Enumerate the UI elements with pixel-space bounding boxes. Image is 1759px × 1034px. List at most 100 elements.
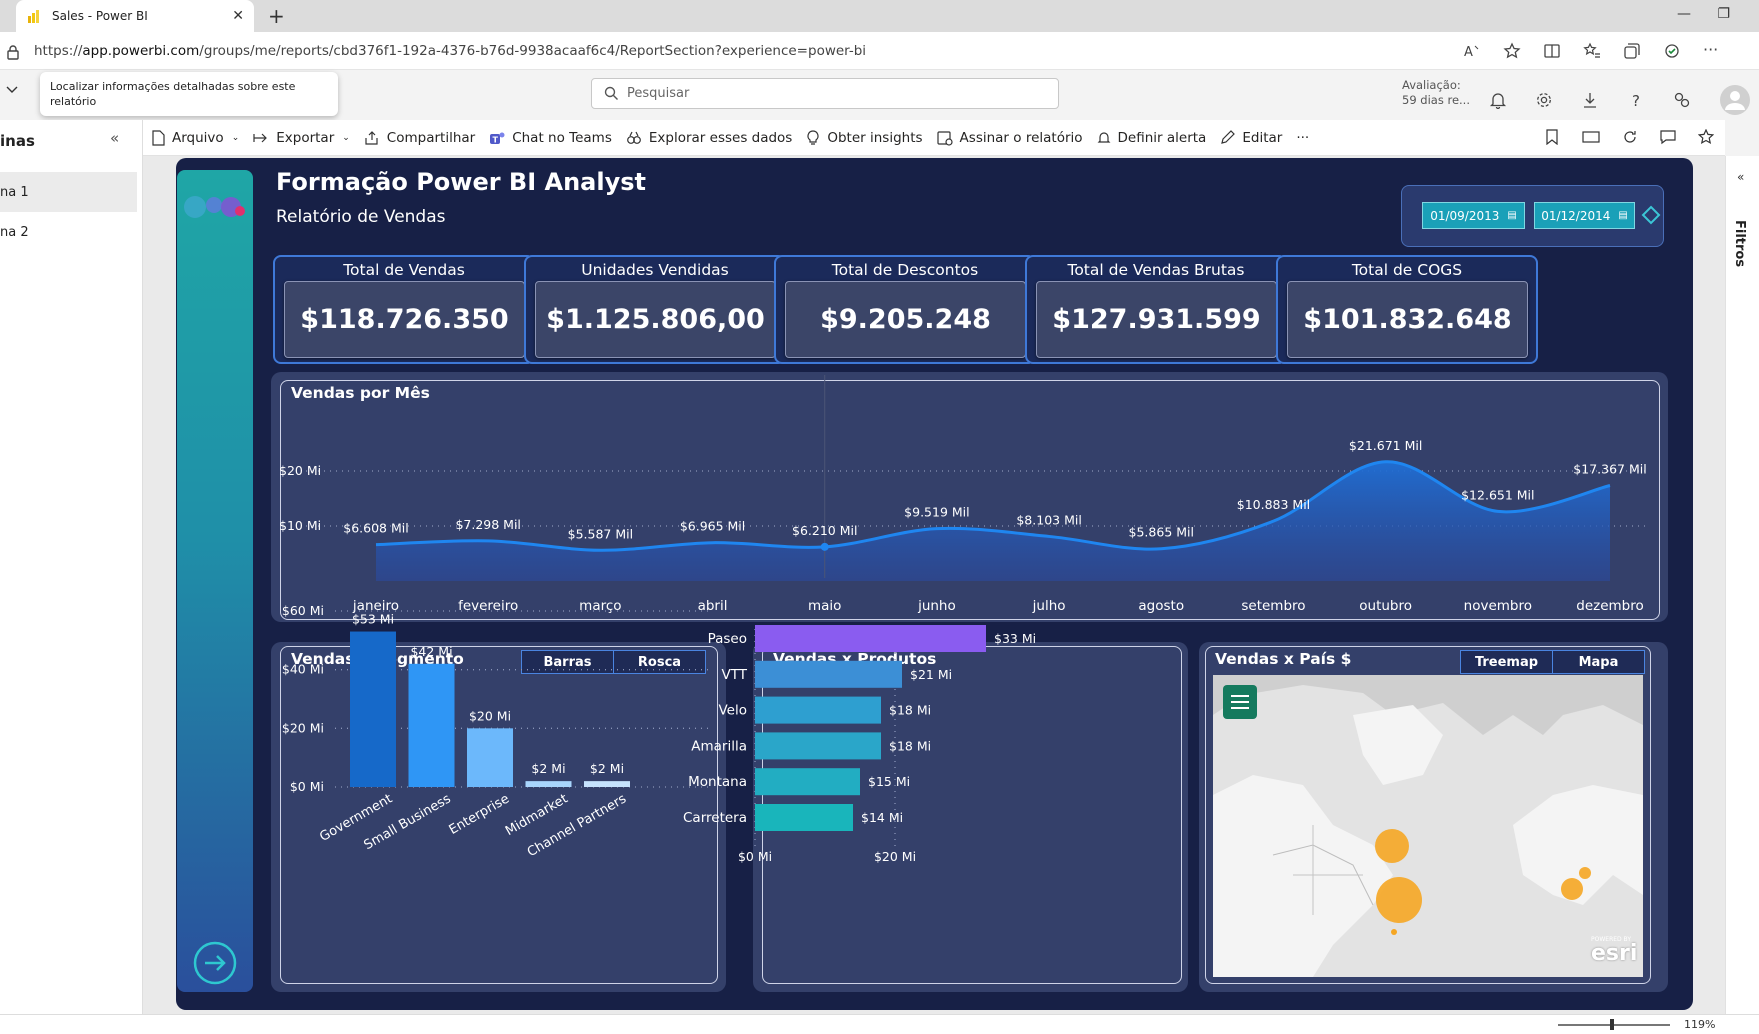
search-input[interactable]: Pesquisar (591, 78, 1059, 109)
bubble-usa[interactable] (1376, 877, 1422, 923)
explore-label: Explorar esses dados (648, 129, 793, 146)
eraser-icon[interactable] (1641, 205, 1661, 225)
search-icon (604, 86, 618, 100)
x-tick-label: outubro (1359, 598, 1412, 614)
date-end-value: 01/12/2014 (1541, 208, 1611, 223)
bar[interactable] (755, 660, 902, 688)
tab-title: Sales - Power BI (52, 9, 148, 23)
page-item-1[interactable]: na 1 (0, 172, 137, 212)
bar[interactable] (350, 631, 396, 787)
chevron-down-icon[interactable] (6, 86, 18, 94)
browser-tab[interactable]: Sales - Power BI ✕ (16, 0, 254, 32)
esri-logo: esri (1591, 941, 1638, 966)
url-field[interactable]: https://app.powerbi.com/groups/me/report… (34, 43, 866, 59)
favorites-icon[interactable] (1583, 42, 1601, 60)
collections-icon[interactable] (1623, 42, 1641, 60)
bar[interactable] (755, 696, 881, 724)
kpi-label: Total de Vendas Brutas (1067, 261, 1245, 279)
y-tick-label: VTT (722, 667, 748, 683)
donut-toggle-button[interactable]: Rosca (613, 650, 706, 674)
bar[interactable] (755, 625, 986, 652)
y-tick-label: Carretera (683, 810, 747, 826)
data-label: $14 Mi (861, 810, 903, 825)
file-menu[interactable]: Arquivo ⌄ (151, 130, 239, 146)
explore-data-button[interactable]: Explorar esses dados (626, 130, 792, 146)
teams-chat-button[interactable]: T Chat no Teams (489, 130, 612, 146)
bar[interactable] (755, 732, 881, 760)
action-bar: Arquivo ⌄ Exportar ⌄ Compartilhar T Chat no… (143, 120, 1725, 156)
close-tab-icon[interactable]: ✕ (232, 8, 244, 24)
zoom-slider[interactable] (1558, 1024, 1670, 1026)
more-options-button[interactable]: ··· (1296, 130, 1309, 146)
data-label: $18 Mi (889, 703, 931, 718)
comment-icon[interactable] (1660, 129, 1676, 145)
subscribe-button[interactable]: Assinar o relatório (936, 130, 1083, 146)
world-map[interactable]: POWERED BY esri (1213, 675, 1643, 977)
trial-status[interactable]: Avaliação: 59 dias re... (1402, 78, 1470, 108)
bubble-canada[interactable] (1375, 829, 1409, 863)
left-nav-strip (177, 170, 253, 992)
x-tick-label: Channel Partners (525, 791, 629, 860)
map-toggle-button[interactable]: Mapa (1552, 650, 1645, 674)
collapse-pages-icon[interactable]: « (110, 129, 119, 147)
zoom-level: 119% (1684, 1018, 1716, 1031)
bubble-mexico[interactable] (1391, 929, 1397, 935)
edit-button[interactable]: Editar (1220, 130, 1282, 146)
gear-icon[interactable] (1535, 91, 1553, 109)
bell-icon[interactable] (1489, 91, 1507, 109)
get-insights-button[interactable]: Obter insights (806, 130, 923, 146)
segment-chart: $0 Mi$20 Mi$40 Mi$60 Mi$53 MiGovernment$… (282, 603, 710, 860)
page-item-2[interactable]: na 2 (0, 212, 137, 252)
view-icon[interactable] (1582, 130, 1600, 144)
filters-pane[interactable]: « Filtros (1725, 156, 1759, 1014)
share-icon (365, 130, 378, 145)
svg-text:T: T (493, 135, 499, 144)
export-menu[interactable]: Exportar ⌄ (253, 130, 350, 146)
restore-button[interactable]: ❐ (1717, 6, 1730, 22)
kpi-card: Total de Descontos $9.205.248 (774, 255, 1036, 364)
trial-line-1: Avaliação: (1402, 78, 1461, 92)
bubble-france[interactable] (1561, 878, 1583, 900)
favorite-star-icon[interactable] (1503, 42, 1521, 60)
download-icon[interactable] (1581, 91, 1599, 109)
lock-icon (6, 44, 20, 60)
bar[interactable] (467, 728, 513, 787)
share-button[interactable]: Compartilhar (364, 130, 475, 146)
pages-pane-title: inas (0, 132, 35, 150)
date-start-input[interactable]: 01/09/2013 ▤ (1422, 202, 1525, 229)
split-screen-icon[interactable] (1543, 42, 1561, 60)
tooltip: Localizar informações detalhadas sobre e… (40, 72, 338, 116)
bar[interactable] (755, 768, 860, 796)
next-page-button[interactable] (192, 940, 238, 986)
feedback-icon[interactable] (1673, 91, 1691, 109)
bars-toggle-button[interactable]: Barras (521, 650, 614, 674)
dio-logo (181, 190, 247, 224)
bar[interactable] (408, 663, 455, 787)
pencil-icon (1221, 130, 1236, 144)
date-end-input[interactable]: 01/12/2014 ▤ (1534, 202, 1635, 229)
help-icon[interactable]: ? (1627, 91, 1645, 109)
zoom-slider-thumb[interactable] (1610, 1019, 1614, 1030)
refresh-icon[interactable] (1622, 129, 1638, 145)
bar[interactable] (755, 804, 853, 831)
bubble-germany[interactable] (1579, 867, 1591, 879)
bar[interactable] (525, 781, 572, 787)
bookmark-icon[interactable] (1544, 129, 1560, 145)
bar[interactable] (584, 781, 630, 787)
new-tab-button[interactable]: + (268, 4, 285, 28)
avatar[interactable] (1719, 84, 1751, 116)
expand-filters-icon[interactable]: « (1737, 170, 1744, 184)
arrow-right-icon (193, 941, 237, 985)
chevron-down-icon: ⌄ (231, 132, 240, 143)
kpi-label: Total de COGS (1351, 261, 1463, 279)
read-aloud-icon[interactable]: A (1463, 42, 1481, 60)
data-label: $6.608 Mil (343, 521, 408, 536)
data-point[interactable] (820, 542, 829, 551)
minimize-button[interactable]: — (1677, 6, 1691, 22)
treemap-toggle-button[interactable]: Treemap (1460, 650, 1553, 674)
browser-essentials-icon[interactable] (1663, 42, 1681, 60)
set-alert-button[interactable]: Definir alerta (1097, 130, 1206, 146)
browser-toolbar-icons: A ··· (1463, 42, 1718, 61)
browser-menu-icon[interactable]: ··· (1703, 42, 1718, 60)
favorite-star-icon[interactable] (1698, 129, 1714, 145)
